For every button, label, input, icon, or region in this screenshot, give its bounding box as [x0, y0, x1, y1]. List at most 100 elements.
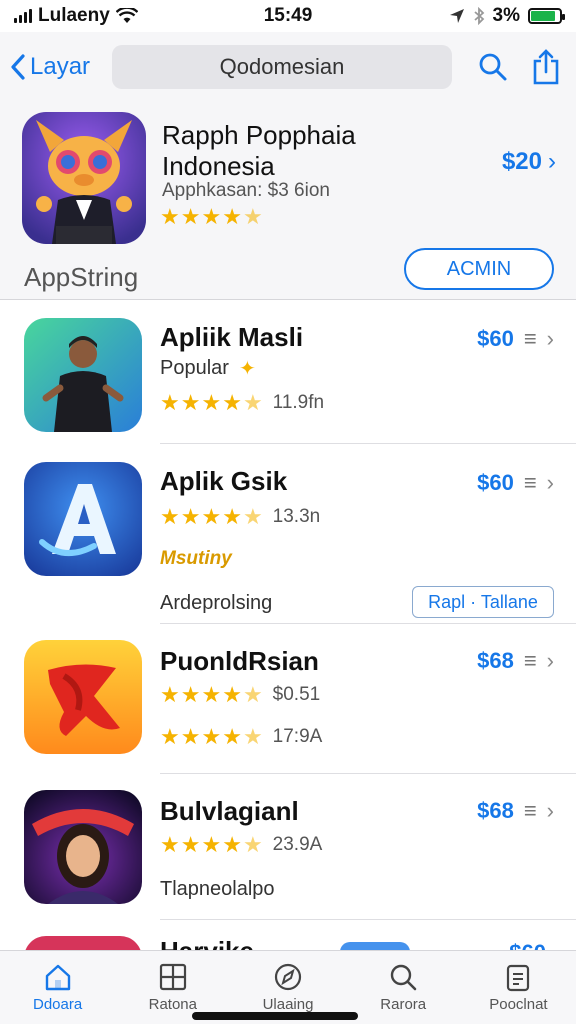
star-full-icon: ★ [160, 682, 180, 707]
chevron-right-icon: › [546, 470, 554, 495]
star-full-icon: ★ [160, 390, 180, 415]
chevron-right-icon: › [548, 148, 556, 175]
tab-label: Rarora [380, 996, 427, 1013]
star-full-icon: ★ [222, 504, 242, 529]
star-full-icon: ★ [222, 204, 242, 229]
menu-icon: ≡ [523, 326, 537, 351]
tab-label: Ulaaing [262, 996, 314, 1013]
app-price: $60 [477, 326, 514, 351]
star-half-icon: ★ [242, 682, 263, 707]
star-half-icon: ★ [242, 390, 263, 415]
star-full-icon: ★ [201, 682, 222, 707]
featured-price-button[interactable]: $20 › [502, 148, 556, 176]
app-name: Harvike [160, 936, 254, 950]
home-icon [45, 964, 70, 991]
chevron-right-icon: › [546, 798, 554, 823]
carrier-label: Lulaeny [38, 5, 110, 26]
tab-updates[interactable]: Pooclnat [461, 951, 576, 1024]
star-full-icon: ★ [180, 204, 201, 229]
tab-label: Ratona [148, 996, 197, 1013]
app-price: $68 [477, 648, 514, 673]
location-icon [449, 9, 464, 23]
tab-search[interactable]: Rarora [346, 951, 461, 1024]
status-bar: Lulaeny 15:49 3% [0, 0, 576, 32]
menu-icon: ≡ [523, 798, 537, 823]
app-icon [24, 936, 142, 950]
app-icon [24, 462, 142, 576]
app-rating-row: ★ ★ ★ ★ ★ 11.9fn [160, 392, 324, 414]
app-developer: Tlapneolalpo [160, 878, 275, 900]
share-icon[interactable] [532, 49, 560, 85]
star-half-icon: ★ [242, 724, 263, 749]
grid-icon [159, 963, 186, 991]
app-rating-row: ★ ★ ★ ★ ★ 13.3n [160, 506, 320, 528]
search-icon [391, 964, 417, 991]
search-field[interactable]: Qodomesian [112, 45, 452, 89]
rating-count: 11.9fn [272, 392, 325, 413]
star-full-icon: ★ [180, 832, 201, 857]
app-category-row: Popular ✦ [160, 356, 256, 381]
clipboard-icon [507, 964, 530, 992]
featured-title-line2: Indonesia [162, 151, 275, 181]
list-item[interactable]: Apliik Masli Popular ✦ ★ ★ ★ ★ ★ 11.9fn $60 … [0, 302, 576, 444]
tab-bar: Ddoara Ratona Ulaaing Rarora Pooclnat [0, 950, 576, 1024]
toggle[interactable] [340, 942, 410, 950]
star-half-icon: ★ [242, 504, 263, 529]
app-tag: Msutiny [160, 548, 232, 569]
list-item[interactable]: Bulvlagianl ★ ★ ★ ★ ★ 23.9A Tlapneolalpo $68… [0, 774, 576, 920]
back-button[interactable]: Layar [10, 53, 110, 81]
price-button[interactable]: $60 ≡ › [477, 326, 554, 352]
price-button[interactable]: $68 ≡ › [477, 798, 554, 824]
app-name: Apliik Masli [160, 322, 304, 352]
star-full-icon: ★ [222, 682, 242, 707]
signal-icon [14, 9, 32, 23]
star-full-icon: ★ [201, 204, 222, 229]
app-icon [24, 318, 142, 432]
app-rating-row-2: ★ ★ ★ ★ ★ 17:9A [160, 726, 322, 748]
search-field-value: Qodomesian [219, 54, 345, 79]
star-full-icon: ★ [222, 832, 242, 857]
app-icon [24, 640, 142, 754]
featured-rating: ★ ★ ★ ★ ★ [160, 206, 263, 228]
star-full-icon: ★ [180, 682, 201, 707]
price-button[interactable]: $68 ≡ › [477, 648, 554, 674]
app-icon [24, 790, 142, 904]
tab-today[interactable]: Ddoara [0, 951, 115, 1024]
featured-app[interactable]: Rapph Popphaia Indonesia Apphkasan: $3 6… [0, 102, 576, 300]
featured-price: $20 [501, 148, 542, 175]
star-half-icon: ★ [242, 204, 263, 229]
app-rating-row: ★ ★ ★ ★ ★ 23.9A [160, 834, 322, 856]
battery-icon [528, 8, 565, 24]
app-price: $60 [509, 940, 546, 950]
compass-icon [274, 963, 302, 991]
rating-count: 13.3n [272, 506, 321, 527]
star-full-icon: ★ [180, 724, 201, 749]
star-full-icon: ★ [160, 204, 180, 229]
app-rating: ★ ★ ★ ★ ★ [160, 506, 263, 528]
featured-app-icon [22, 112, 146, 244]
list-item[interactable]: Aplik Gsik ★ ★ ★ ★ ★ 13.3n Msutiny Ardeprols… [0, 444, 576, 624]
star-full-icon: ★ [201, 390, 222, 415]
featured-app-subtitle: Apphkasan: $3 6ion [162, 180, 330, 201]
app-price: $68 [477, 798, 514, 823]
star-full-icon: ★ [222, 724, 242, 749]
list-item-partial[interactable]: Harvike $60 [0, 930, 576, 950]
divider [160, 919, 576, 920]
search-icon[interactable] [478, 52, 508, 82]
list-item[interactable]: PuonldRsian ★ ★ ★ ★ ★ $0.51 ★ ★ ★ ★ ★ 17:9A $68 … [0, 624, 576, 774]
chevron-right-icon: › [546, 648, 554, 673]
home-indicator[interactable] [192, 1012, 358, 1020]
app-name: PuonldRsian [160, 646, 319, 676]
battery-percent: 3% [492, 5, 520, 26]
featured-action-button[interactable]: ACMIN [404, 248, 554, 290]
star-full-icon: ★ [160, 724, 180, 749]
tab-label: Pooclnat [489, 996, 548, 1013]
bluetooth-icon [473, 7, 484, 25]
star-full-icon: ★ [180, 390, 201, 415]
price-button[interactable]: $60 ≡ › [477, 470, 554, 496]
app-rating: ★ ★ ★ ★ ★ [160, 392, 263, 414]
star-full-icon: ★ [222, 390, 242, 415]
category-pill[interactable]: Rapl · Tallane [412, 586, 554, 618]
app-rating: ★ ★ ★ ★ ★ [160, 684, 263, 706]
rating-count: $0.51 [272, 684, 321, 705]
